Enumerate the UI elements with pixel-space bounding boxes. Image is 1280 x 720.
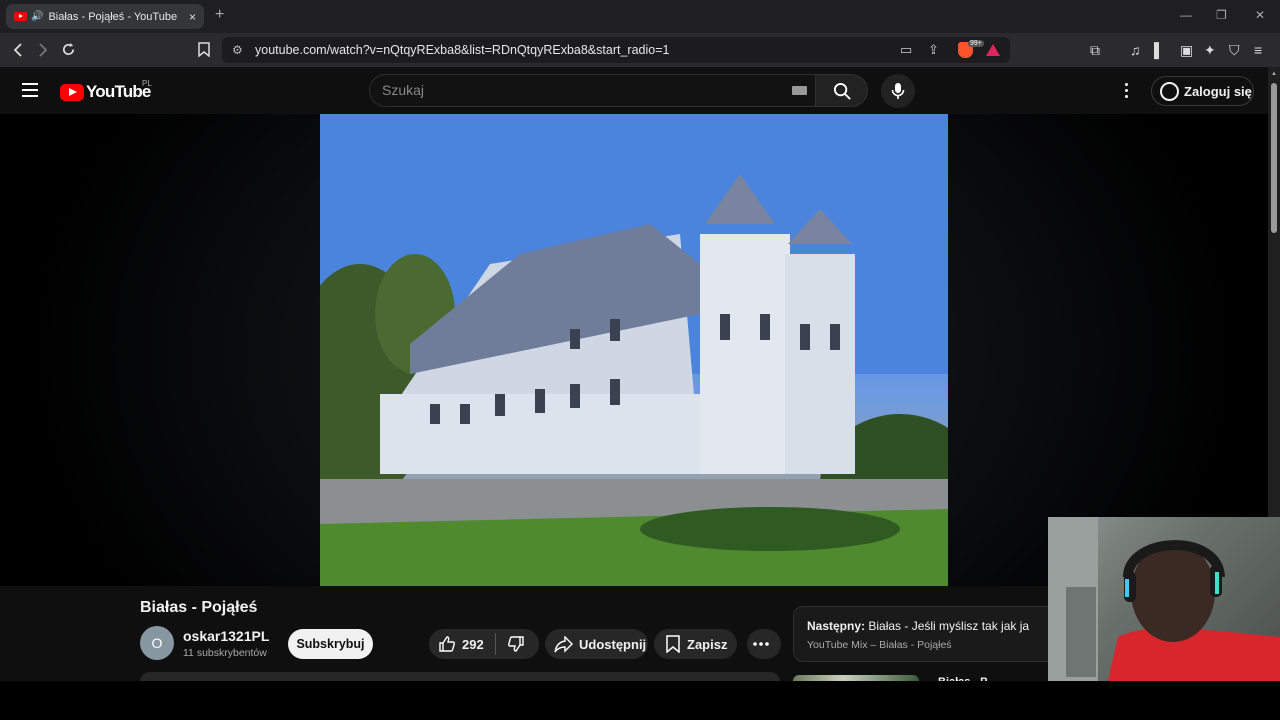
- video-frame-image[interactable]: [320, 114, 948, 586]
- sidebar-icon[interactable]: ▌: [1154, 42, 1164, 58]
- up-next-label: Następny:: [807, 619, 866, 633]
- up-next-title: Następny: Białas - Jeśli myślisz tak jak…: [807, 619, 1029, 633]
- like-count: 292: [462, 636, 484, 652]
- browser-tab[interactable]: 🔊 Białas - Pojąłeś - YouTube ×: [6, 4, 204, 29]
- subscriber-count: 11 subskrybentów: [183, 647, 267, 659]
- settings-more-icon[interactable]: [1125, 83, 1129, 101]
- save-button[interactable]: Zapisz: [654, 629, 737, 659]
- search-box: [369, 74, 816, 107]
- taskbar-area: [0, 681, 1280, 720]
- scroll-thumb[interactable]: [1271, 83, 1277, 233]
- thumbs-up-icon: [439, 636, 455, 652]
- browser-toolbar: ⚙ youtube.com/watch?v=nQtqyRExba8&list=R…: [0, 33, 1280, 67]
- voice-search-button[interactable]: [881, 74, 915, 108]
- media-icon[interactable]: ♫: [1130, 42, 1141, 58]
- webcam-overlay: [1048, 517, 1280, 681]
- tab-close-icon[interactable]: ×: [189, 10, 196, 24]
- youtube-logo[interactable]: YouTube: [60, 82, 151, 102]
- palace-image: [320, 114, 948, 586]
- channel-avatar[interactable]: O: [140, 626, 174, 660]
- sign-in-label: Zaloguj się: [1184, 83, 1252, 99]
- vpn-icon[interactable]: ⛉: [1229, 42, 1240, 59]
- leo-ai-icon[interactable]: ✦: [1204, 42, 1216, 59]
- window-close-button[interactable]: ✕: [1255, 8, 1265, 22]
- video-player[interactable]: [0, 114, 1268, 586]
- scroll-up-icon[interactable]: ▲: [1271, 71, 1277, 77]
- address-bar[interactable]: ⚙ youtube.com/watch?v=nQtqyRExba8&list=R…: [222, 37, 1010, 63]
- up-next-card[interactable]: Następny: Białas - Jeśli myślisz tak jak…: [793, 606, 1058, 662]
- shields-badge: 99+: [968, 40, 984, 47]
- menu-icon[interactable]: ≡: [1254, 42, 1262, 58]
- site-info-icon[interactable]: ⚙: [232, 43, 243, 57]
- video-title: Białas - Pojąłeś: [140, 599, 258, 616]
- brave-rewards-icon[interactable]: [986, 44, 1000, 56]
- cast-icon[interactable]: ▭: [900, 42, 912, 58]
- channel-name[interactable]: oskar1321PL: [183, 628, 269, 644]
- user-circle-icon: [1160, 81, 1179, 101]
- url-text[interactable]: youtube.com/watch?v=nQtqyRExba8&list=RDn…: [255, 43, 669, 57]
- up-next-playlist: YouTube Mix – Białas - Pojąłeś: [807, 639, 952, 651]
- minimize-button[interactable]: —: [1180, 8, 1192, 22]
- webcam-person-image: [1048, 517, 1280, 681]
- search-button[interactable]: [815, 74, 868, 107]
- save-playlist-icon: [666, 635, 680, 653]
- audio-playing-icon[interactable]: 🔊: [31, 11, 43, 22]
- search-input[interactable]: [382, 82, 762, 98]
- region-code: PL: [142, 79, 152, 88]
- youtube-play-logo-icon: [60, 83, 84, 101]
- share-label: Udostępnij: [579, 636, 647, 652]
- microphone-icon: [891, 83, 905, 99]
- more-actions-button[interactable]: [747, 629, 781, 659]
- sign-in-button[interactable]: Zaloguj się: [1151, 76, 1254, 106]
- thumbs-down-icon: [508, 636, 524, 652]
- bookmark-icon[interactable]: [198, 42, 210, 57]
- tab-title: Białas - Pojąłeś - YouTube: [48, 10, 178, 23]
- share-icon[interactable]: ⇪: [928, 42, 939, 58]
- up-next-video-title: Białas - Jeśli myślisz tak jak ja: [868, 619, 1030, 633]
- screenshot-icon[interactable]: ⧉: [1090, 42, 1100, 59]
- dislike-button[interactable]: [496, 635, 531, 653]
- subscribe-button[interactable]: Subskrybuj: [288, 629, 373, 659]
- youtube-favicon-icon: [14, 12, 27, 21]
- new-tab-button[interactable]: +: [215, 6, 224, 24]
- reload-icon[interactable]: [61, 42, 76, 57]
- like-dislike-group: 292: [429, 629, 539, 659]
- keyboard-icon[interactable]: [792, 86, 807, 95]
- share-button[interactable]: Udostępnij: [545, 629, 648, 659]
- browser-tab-bar: 🔊 Białas - Pojąłeś - YouTube × + — ❐ ✕: [0, 0, 1280, 33]
- youtube-masthead: YouTube PL Zaloguj się: [0, 67, 1268, 114]
- wallet-icon[interactable]: ▣: [1180, 42, 1193, 59]
- restore-button[interactable]: ❐: [1216, 8, 1227, 22]
- forward-icon[interactable]: [37, 43, 49, 57]
- more-horizontal-icon: [753, 642, 769, 646]
- back-icon[interactable]: [12, 43, 24, 57]
- search-icon: [833, 82, 851, 100]
- like-button[interactable]: 292: [429, 635, 495, 653]
- save-label: Zapisz: [687, 636, 728, 652]
- guide-menu-icon[interactable]: [22, 83, 38, 97]
- share-arrow-icon: [554, 635, 573, 653]
- logo-text: YouTube: [86, 82, 151, 101]
